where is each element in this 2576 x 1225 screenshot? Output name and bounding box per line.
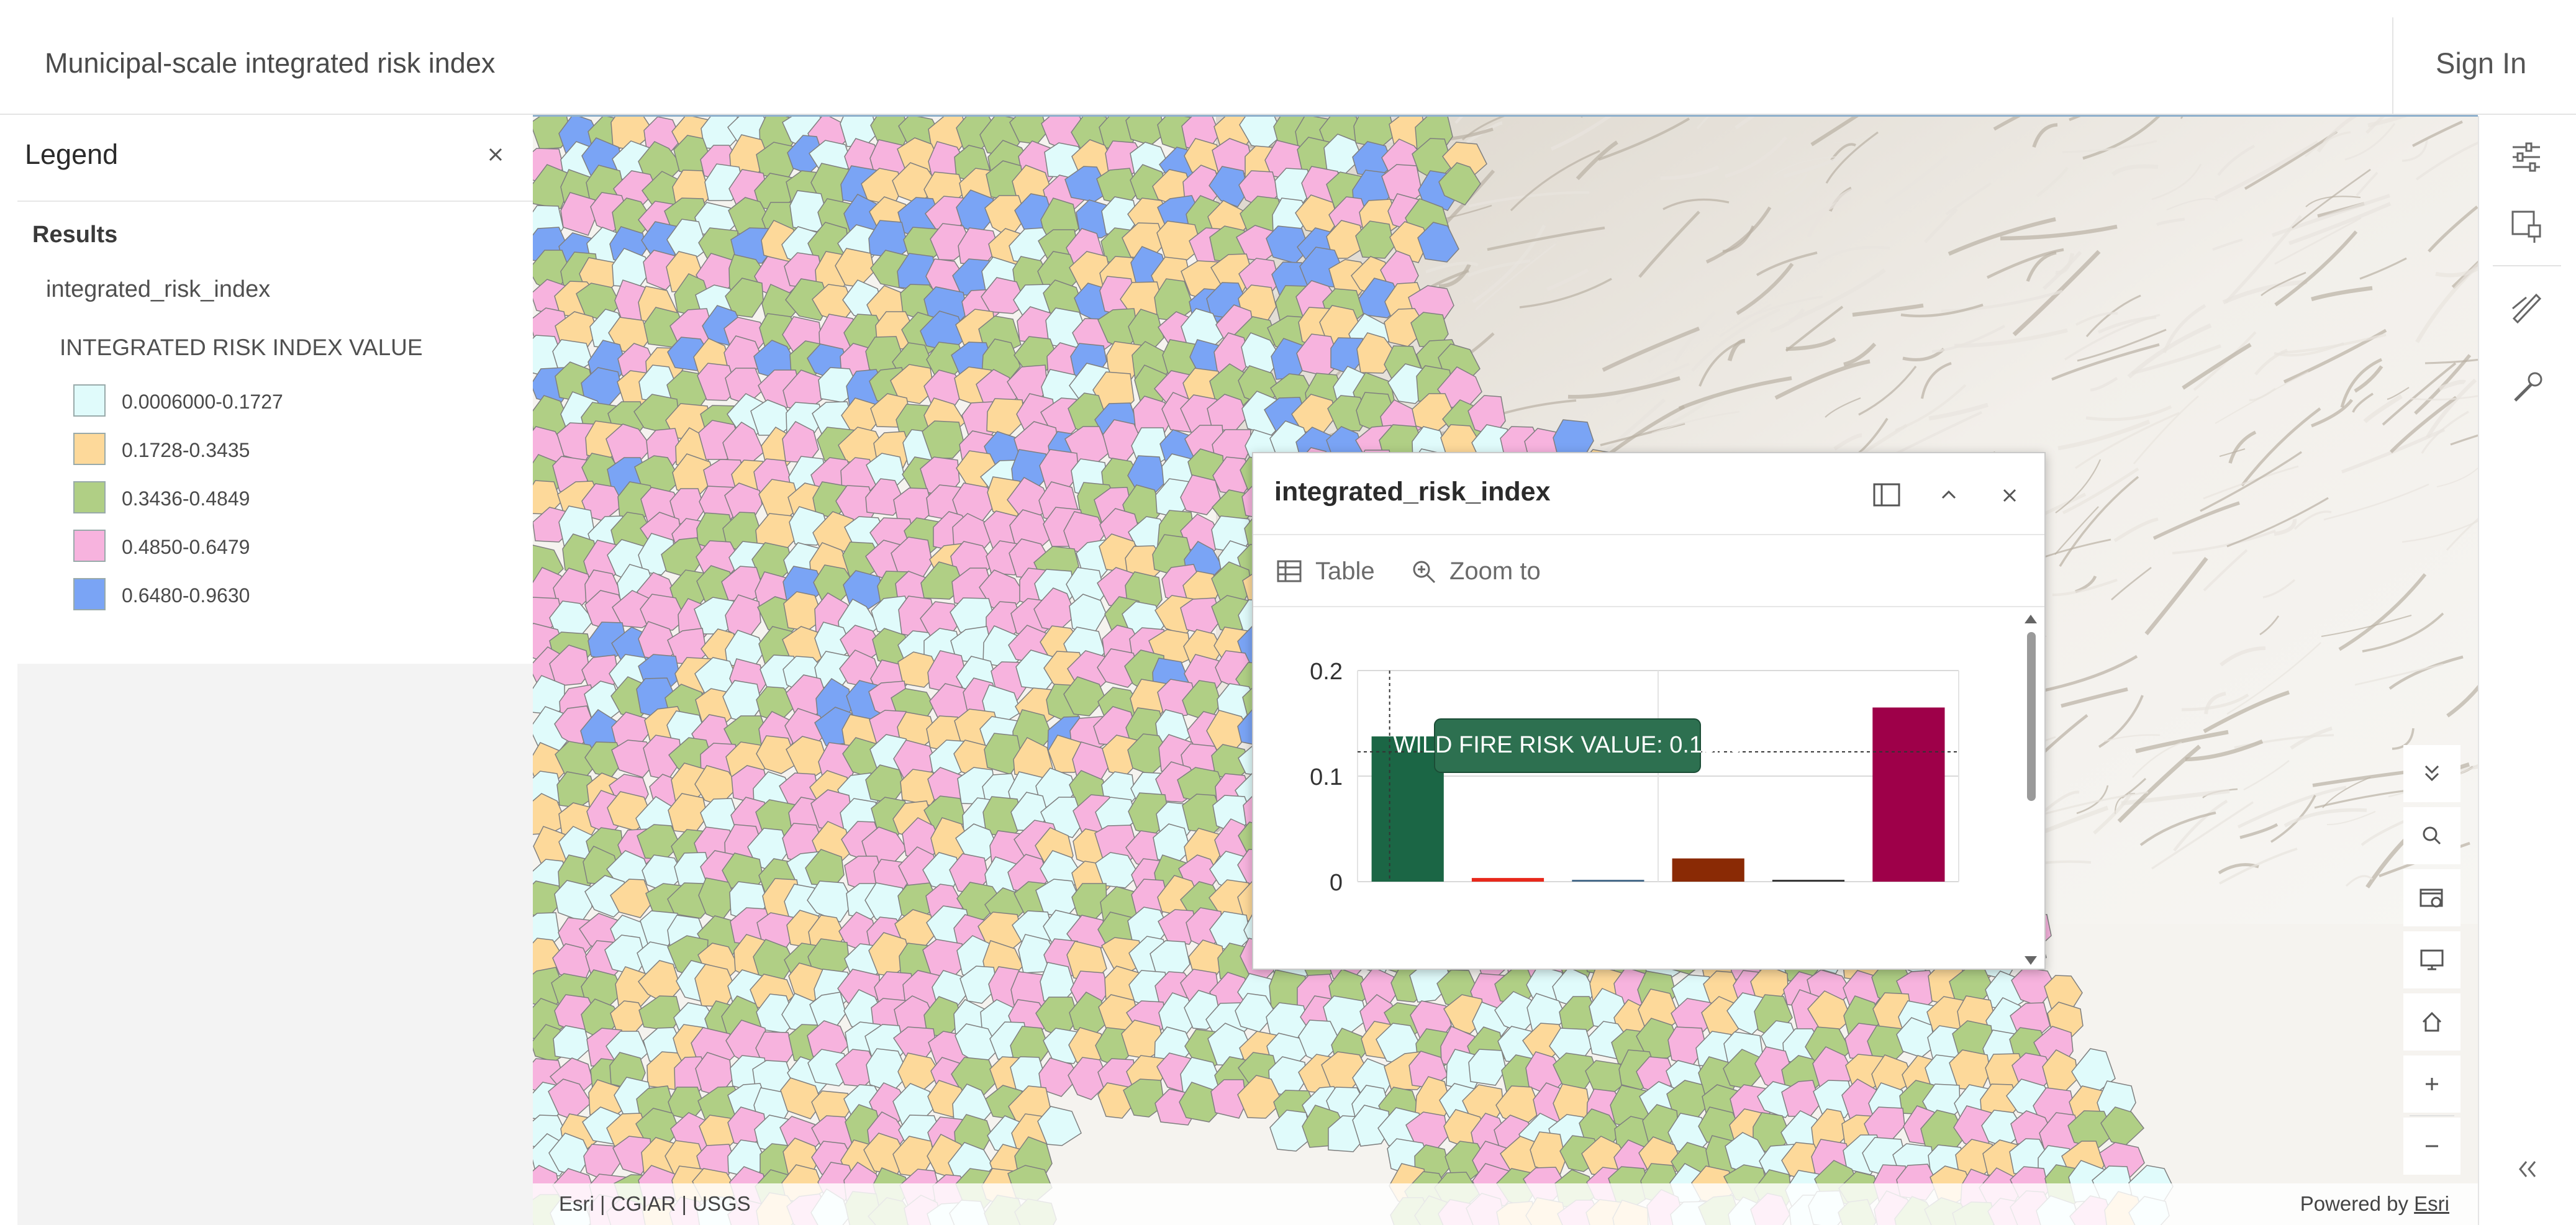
bar-chart: 0 0.1 0.2 WILD FIRE RISK VALUE: 0.1376 [1310, 659, 1959, 896]
chart-bar[interactable] [1471, 878, 1544, 882]
esri-link[interactable]: Esri [2414, 1192, 2449, 1215]
legend-section-title: Results [32, 222, 118, 248]
basemap-gallery-icon[interactable] [2403, 869, 2460, 926]
home-icon[interactable] [2403, 993, 2460, 1051]
y-tick-label: 0.1 [1310, 764, 1343, 790]
right-toolbar [2478, 116, 2576, 1225]
close-icon[interactable] [484, 143, 507, 166]
dock-icon[interactable] [1868, 477, 1905, 514]
legend-title: Legend [25, 138, 119, 170]
scroll-down-arrow[interactable] [2025, 956, 2037, 965]
chart-bar[interactable] [1772, 880, 1845, 882]
y-tick-label: 0.2 [1310, 659, 1343, 685]
chart-bar[interactable] [1371, 736, 1444, 882]
scroll-up-arrow[interactable] [2025, 615, 2037, 623]
feature-popup: integrated_risk_index Table Zoom to 0 0.1… [1252, 452, 2046, 970]
close-icon[interactable] [1991, 477, 2028, 514]
legend-class-label: 0.0006000-0.1727 [122, 391, 283, 413]
legend-swatch [73, 433, 106, 465]
legend-class-label: 0.6480-0.9630 [122, 584, 250, 607]
layer-list-icon[interactable] [2504, 203, 2549, 248]
legend-class-item: 0.0006000-0.1727 [56, 383, 491, 419]
chart-y-axis: 0 0.1 0.2 [1310, 659, 1343, 896]
header-divider [2392, 17, 2393, 115]
collapse-icon[interactable] [2403, 745, 2460, 802]
popup-divider [1253, 606, 2044, 607]
legend-class-item: 0.1728-0.3435 [56, 432, 491, 468]
attribution-sources: Esri | CGIAR | USGS [559, 1192, 751, 1215]
chart-bar[interactable] [1572, 880, 1644, 882]
legend-divider [17, 201, 533, 202]
chevron-up-icon[interactable] [1930, 477, 1967, 514]
legend-class-label: 0.1728-0.3435 [122, 439, 250, 461]
zoom-out-icon[interactable] [2403, 1118, 2460, 1175]
legend-swatch [73, 578, 106, 610]
legend-swatch [73, 530, 106, 562]
search-icon[interactable] [2403, 807, 2460, 864]
attribution-bar: Esri | CGIAR | USGS Powered by Esri [533, 1183, 2478, 1225]
tooltip-text: WILD FIRE RISK VALUE: 0.1376 [1393, 732, 1741, 758]
filter-icon[interactable] [2504, 135, 2549, 179]
popup-divider [1253, 534, 2044, 535]
chart-bar[interactable] [1672, 858, 1744, 882]
expand-panel-icon[interactable] [2504, 1147, 2549, 1191]
zoom-divider [2410, 1115, 2454, 1116]
legend-class-item: 0.4850-0.6479 [56, 528, 491, 564]
toolbar-divider [2493, 265, 2561, 266]
attribution-powered-by: Powered by Esri [2300, 1192, 2449, 1216]
sketch-icon[interactable] [2504, 284, 2549, 328]
zoom-to-icon [1413, 561, 1436, 584]
y-tick-label: 0 [1330, 870, 1343, 896]
chart-tooltip: WILD FIRE RISK VALUE: 0.1376 [1393, 718, 1742, 773]
zoom-in-icon[interactable] [2403, 1055, 2460, 1113]
popup-title: integrated_risk_index [1274, 477, 1551, 507]
fullscreen-icon[interactable] [2403, 931, 2460, 988]
popup-scrollbar[interactable] [2018, 608, 2043, 969]
app-header: Municipal-scale integrated risk index Si… [0, 0, 2576, 115]
chart-grid [1357, 670, 1959, 882]
powered-by-label: Powered by [2300, 1192, 2408, 1215]
app-title: Municipal-scale integrated risk index [45, 47, 496, 79]
legend-swatch [73, 384, 106, 417]
map-controls [2401, 745, 2463, 1180]
legend-class-label: 0.3436-0.4849 [122, 487, 250, 510]
tools-icon[interactable] [2504, 364, 2549, 409]
legend-field-name: INTEGRATED RISK INDEX VALUE [60, 335, 423, 360]
legend-swatch [73, 481, 106, 513]
sidebar-empty-area [17, 664, 533, 1225]
table-icon [1277, 560, 1302, 582]
legend-class-label: 0.4850-0.6479 [122, 536, 250, 558]
legend-class-item: 0.3436-0.4849 [56, 480, 491, 516]
sign-in-link[interactable]: Sign In [2436, 46, 2526, 80]
zoom-to-button-label: Zoom to [1449, 557, 1541, 585]
chart-bar[interactable] [1872, 707, 1945, 882]
table-button[interactable]: Table [1276, 553, 1375, 590]
legend-panel: Legend Results integrated_risk_index INT… [17, 116, 533, 664]
scroll-thumb[interactable] [2027, 632, 2036, 801]
zoom-to-button[interactable]: Zoom to [1410, 553, 1541, 590]
legend-layer-name: integrated_risk_index [46, 276, 271, 302]
legend-class-item: 0.6480-0.9630 [56, 577, 491, 613]
table-button-label: Table [1315, 557, 1375, 585]
